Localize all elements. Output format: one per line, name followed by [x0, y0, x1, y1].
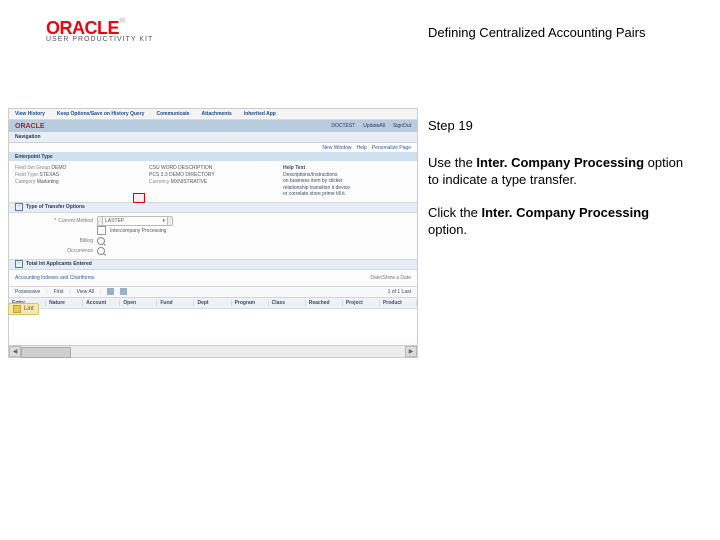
window-topbar: View History Keep Options/Save on Histor… — [9, 109, 417, 120]
instruction-click: Click the Inter. Company Processing opti… — [428, 205, 688, 239]
intercompany-processing-label: Intercompany Processing — [110, 228, 166, 234]
breadcrumb-link[interactable]: Help — [357, 145, 367, 151]
grid-col[interactable]: Open — [120, 300, 157, 306]
grid-col[interactable]: Reached — [306, 300, 343, 306]
current-method-field[interactable]: LASTEP▾ — [97, 216, 173, 226]
scroll-track[interactable] — [21, 347, 405, 356]
horizontal-scrollbar[interactable]: ◀ ▶ — [8, 345, 418, 358]
grid-col[interactable]: Product — [380, 300, 417, 306]
collapse-icon[interactable]: - — [15, 203, 23, 211]
info-value: Marketing — [37, 179, 59, 185]
grid-col[interactable]: Account — [83, 300, 120, 306]
collapse-icon[interactable]: - — [15, 260, 23, 268]
scroll-thumb[interactable] — [21, 347, 71, 358]
breadcrumb-link[interactable]: Personalize Page — [372, 145, 411, 151]
instruction-click-bold: Inter. Company Processing — [481, 205, 649, 220]
form-applicants: Accounting Indexes and Chartforms Date/S… — [9, 270, 417, 286]
instruction-use-bold: Inter. Company Processing — [476, 155, 644, 170]
section-header[interactable]: -Type of Transfer Options — [9, 202, 417, 213]
grid-col[interactable]: Dept — [194, 300, 231, 306]
help-line: or correlate store prime till it. — [283, 191, 411, 198]
topbar-item[interactable]: View History — [15, 111, 45, 117]
breadcrumb: New Window Help Personalize Page — [9, 143, 417, 152]
topbar-item[interactable]: Keep Options/Save on History Query — [57, 111, 145, 117]
lint-button[interactable]: Lint — [8, 303, 39, 315]
toolbar-count: 1 of 1 Last — [388, 289, 411, 295]
scroll-left-arrow[interactable]: ◀ — [9, 346, 21, 357]
info-label: Field Type — [15, 172, 38, 178]
grid-col[interactable]: Class — [269, 300, 306, 306]
grid-col[interactable]: Nature — [46, 300, 83, 306]
info-label: Field Set Group — [15, 165, 50, 171]
toolbar-item[interactable]: First — [54, 289, 64, 295]
toolbar-item[interactable]: Possessive — [15, 289, 40, 295]
nav-bar: Navigation — [9, 132, 417, 143]
grid-toolbar: Possessive| First| View All| 1 of 1 Last — [9, 286, 417, 298]
lint-container: Lint — [8, 300, 39, 318]
section-header-label: Type of Transfer Options — [26, 204, 85, 210]
info-label: Currency — [149, 179, 169, 185]
grid-col[interactable]: Project — [343, 300, 380, 306]
instruction-use: Use the Inter. Company Processing option… — [428, 155, 688, 189]
grid-col[interactable]: Fund — [157, 300, 194, 306]
field-label: Billing — [15, 238, 93, 244]
step-label: Step 19 — [428, 118, 688, 135]
info-block: Field Set Group DEMO Field Type STEXAS C… — [9, 161, 417, 202]
brand-logo: ORACLE® USER PRODUCTIVITY KIT — [46, 18, 153, 43]
instruction-click-pre: Click the — [428, 205, 481, 220]
toolbar-icon[interactable] — [107, 288, 114, 295]
info-label: Category — [15, 179, 35, 185]
accounting-link[interactable]: Accounting Indexes and Chartforms — [15, 275, 95, 281]
instruction-click-post: option. — [428, 222, 467, 237]
breadcrumb-link[interactable]: New Window — [322, 145, 351, 151]
info-value: PCS 3.3 DEMO DIRECTORY — [149, 172, 215, 178]
brand-bar: ORACLE DOCTEST UpdateAll SignOut — [9, 120, 417, 132]
brand-bar-logo: ORACLE — [15, 123, 45, 130]
date-label: Date/Show a Date — [370, 275, 411, 281]
lint-label: Lint — [24, 306, 34, 312]
brand-bar-link[interactable]: DOCTEST — [331, 123, 355, 129]
embedded-screenshot: View History Keep Options/Save on Histor… — [8, 108, 418, 358]
info-value: CSU WORD DESCRIPTION — [149, 165, 212, 171]
instruction-use-pre: Use the — [428, 155, 476, 170]
section-band-label: Enterpoint Type — [15, 154, 53, 160]
page-title: Defining Centralized Accounting Pairs — [428, 25, 646, 40]
toolbar-item[interactable]: View All — [77, 289, 94, 295]
topbar-item[interactable]: Communicate — [156, 111, 189, 117]
info-value: MXNISTRATIVE — [171, 179, 208, 185]
grid-body — [9, 309, 417, 339]
brand-subtext: USER PRODUCTIVITY KIT — [46, 36, 153, 43]
grid-header: Entry Nature Account Open Fund Dept Prog… — [9, 298, 417, 309]
help-text: Help Text Descriptions/Instructions on b… — [283, 165, 411, 198]
toolbar-icon[interactable] — [120, 288, 127, 295]
topbar-item[interactable]: Inherited App — [244, 111, 276, 117]
form-transfer-options: *Current Method LASTEP▾ Intercompany Pro… — [9, 213, 417, 259]
lookup-icon[interactable] — [97, 247, 105, 255]
brand-bar-link[interactable]: SignOut — [393, 123, 411, 129]
section-band: Enterpoint Type — [9, 152, 417, 161]
lint-icon — [13, 305, 21, 313]
intercompany-processing-checkbox[interactable] — [97, 226, 106, 235]
topbar-item[interactable]: Attachments — [202, 111, 232, 117]
field-label: Occurrence — [15, 248, 93, 254]
info-value: STEXAS — [39, 172, 59, 178]
trademark: ® — [120, 18, 125, 25]
chevron-down-icon: ▾ — [162, 218, 165, 224]
lookup-icon[interactable] — [97, 237, 105, 245]
brand-bar-link[interactable]: UpdateAll — [363, 123, 385, 129]
scroll-right-arrow[interactable]: ▶ — [405, 346, 417, 357]
grid-col[interactable]: Program — [232, 300, 269, 306]
section-header[interactable]: -Total Int Applicants Entered — [9, 259, 417, 270]
info-value: DEMO — [51, 165, 66, 171]
section-header-label: Total Int Applicants Entered — [26, 261, 92, 267]
field-label: *Current Method — [15, 218, 93, 224]
nav-item[interactable]: Navigation — [15, 134, 41, 140]
brand-text: ORACLE — [46, 18, 119, 38]
